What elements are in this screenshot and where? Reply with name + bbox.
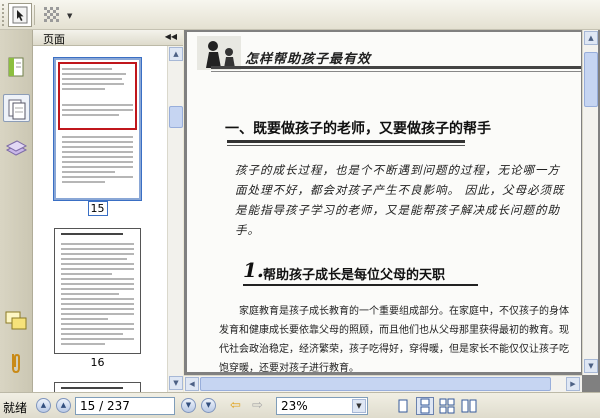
last-page-icon[interactable]: ▼ bbox=[201, 398, 216, 413]
facing-page-icon bbox=[461, 399, 477, 413]
subsection-number: 1. bbox=[243, 258, 264, 282]
layers-button[interactable] bbox=[3, 134, 30, 162]
toolbar-dropdown-arrow-icon[interactable]: ▼ bbox=[67, 12, 72, 20]
previous-view-icon[interactable]: ⇦ bbox=[230, 398, 241, 413]
intro-paragraph: 孩子的成长过程，也是个不断遇到问题的过程，无论哪一方面处理不好，都会对孩子产生不… bbox=[235, 163, 565, 237]
document-vertical-scrollbar[interactable]: ▲ ▼ bbox=[582, 30, 598, 375]
continuous-page-icon bbox=[420, 398, 430, 414]
status-bar: 就绪 ▲ ▲ 15 / 237 ▼ ▼ ⇦ ⇨ 23% ▼ bbox=[0, 392, 600, 418]
first-page-icon[interactable]: ▲ bbox=[36, 398, 51, 413]
facing-view-button[interactable] bbox=[460, 397, 478, 415]
thumbnail-list[interactable]: 15 16 bbox=[33, 46, 167, 392]
single-page-icon bbox=[398, 399, 408, 413]
scroll-up-icon[interactable]: ▲ bbox=[169, 47, 183, 61]
status-ready-text: 就绪 bbox=[3, 401, 28, 415]
collapse-panel-icon[interactable]: ◀◀ bbox=[165, 32, 177, 41]
thumbnail-label: 16 bbox=[90, 356, 105, 369]
scroll-down-icon[interactable]: ▼ bbox=[169, 376, 183, 390]
bookmarks-icon bbox=[8, 57, 24, 77]
toolbar-grip[interactable] bbox=[2, 4, 6, 26]
pages-panel-title: 页面 bbox=[43, 33, 65, 46]
page-thumbnails-icon bbox=[8, 99, 26, 120]
navigation-strip bbox=[0, 30, 33, 392]
comments-button[interactable] bbox=[3, 308, 30, 336]
select-tool-button[interactable] bbox=[8, 3, 32, 27]
document-page: 怎样帮助孩子最有效 一、既要做孩子的老师，又要做孩子的帮手 孩子的成长过程，也是… bbox=[187, 32, 581, 372]
scroll-up-icon[interactable]: ▲ bbox=[584, 31, 598, 45]
snapshot-grid-icon bbox=[44, 7, 59, 22]
page-running-header: 怎样帮助孩子最有效 bbox=[187, 32, 581, 76]
page-thumbnail[interactable] bbox=[53, 57, 142, 201]
comments-icon bbox=[5, 311, 27, 330]
subsection-heading: 帮助孩子成长是每位父母的天职 bbox=[263, 268, 446, 283]
thumbnail-label: 15 bbox=[54, 201, 141, 216]
toolbar: ▼ bbox=[0, 0, 600, 30]
page-number-field[interactable]: 15 / 237 bbox=[75, 397, 175, 415]
running-header-title: 怎样帮助孩子最有效 bbox=[245, 52, 372, 67]
facing-continuous-icon bbox=[439, 398, 455, 414]
select-tool-icon bbox=[12, 6, 28, 24]
pages-panel-header: 页面 ◀◀ bbox=[33, 30, 183, 46]
document-horizontal-scrollbar[interactable]: ◀ ▶ bbox=[184, 375, 582, 392]
toolbar-separator bbox=[34, 5, 35, 25]
zoom-select[interactable]: 23% ▼ bbox=[276, 397, 368, 415]
document-hscroll-thumb[interactable] bbox=[200, 377, 551, 391]
paperclip-icon bbox=[12, 353, 20, 374]
previous-page-icon[interactable]: ▲ bbox=[56, 398, 71, 413]
scroll-right-icon[interactable]: ▶ bbox=[566, 377, 580, 391]
body-paragraph: 家庭教育是孩子成长教育的一个重要组成部分。在家庭中，不仅孩子的身体发育和健康成长… bbox=[219, 306, 569, 372]
bookmarks-button[interactable] bbox=[3, 54, 30, 82]
document-viewer: 怎样帮助孩子最有效 一、既要做孩子的老师，又要做孩子的帮手 孩子的成长过程，也是… bbox=[184, 30, 600, 392]
pages-panel: 页面 ◀◀ 15 16 ▲ ▼ bbox=[33, 30, 183, 392]
page-thumbnails-button[interactable] bbox=[3, 94, 30, 122]
scroll-down-icon[interactable]: ▼ bbox=[584, 359, 598, 373]
facing-continuous-view-button[interactable] bbox=[438, 397, 456, 415]
section-heading: 一、既要做孩子的老师，又要做孩子的帮手 bbox=[225, 121, 491, 137]
document-scroll-thumb[interactable] bbox=[584, 52, 598, 107]
scroll-left-icon[interactable]: ◀ bbox=[185, 377, 199, 391]
snapshot-tool-button[interactable] bbox=[40, 3, 64, 27]
page-thumbnail[interactable] bbox=[54, 382, 141, 392]
next-page-icon[interactable]: ▼ bbox=[181, 398, 196, 413]
thumbnail-scroll-thumb[interactable] bbox=[169, 106, 183, 128]
layers-icon bbox=[5, 140, 28, 156]
attachments-button[interactable] bbox=[3, 348, 30, 376]
single-page-view-button[interactable] bbox=[394, 397, 412, 415]
next-view-icon[interactable]: ⇨ bbox=[252, 398, 263, 413]
thumbnail-scrollbar[interactable]: ▲ ▼ bbox=[167, 46, 183, 392]
zoom-dropdown-icon[interactable]: ▼ bbox=[352, 399, 366, 413]
continuous-view-button[interactable] bbox=[416, 397, 434, 415]
zoom-value: 23% bbox=[281, 399, 308, 413]
page-thumbnail[interactable] bbox=[54, 228, 141, 354]
header-illustration-icon bbox=[197, 36, 241, 70]
